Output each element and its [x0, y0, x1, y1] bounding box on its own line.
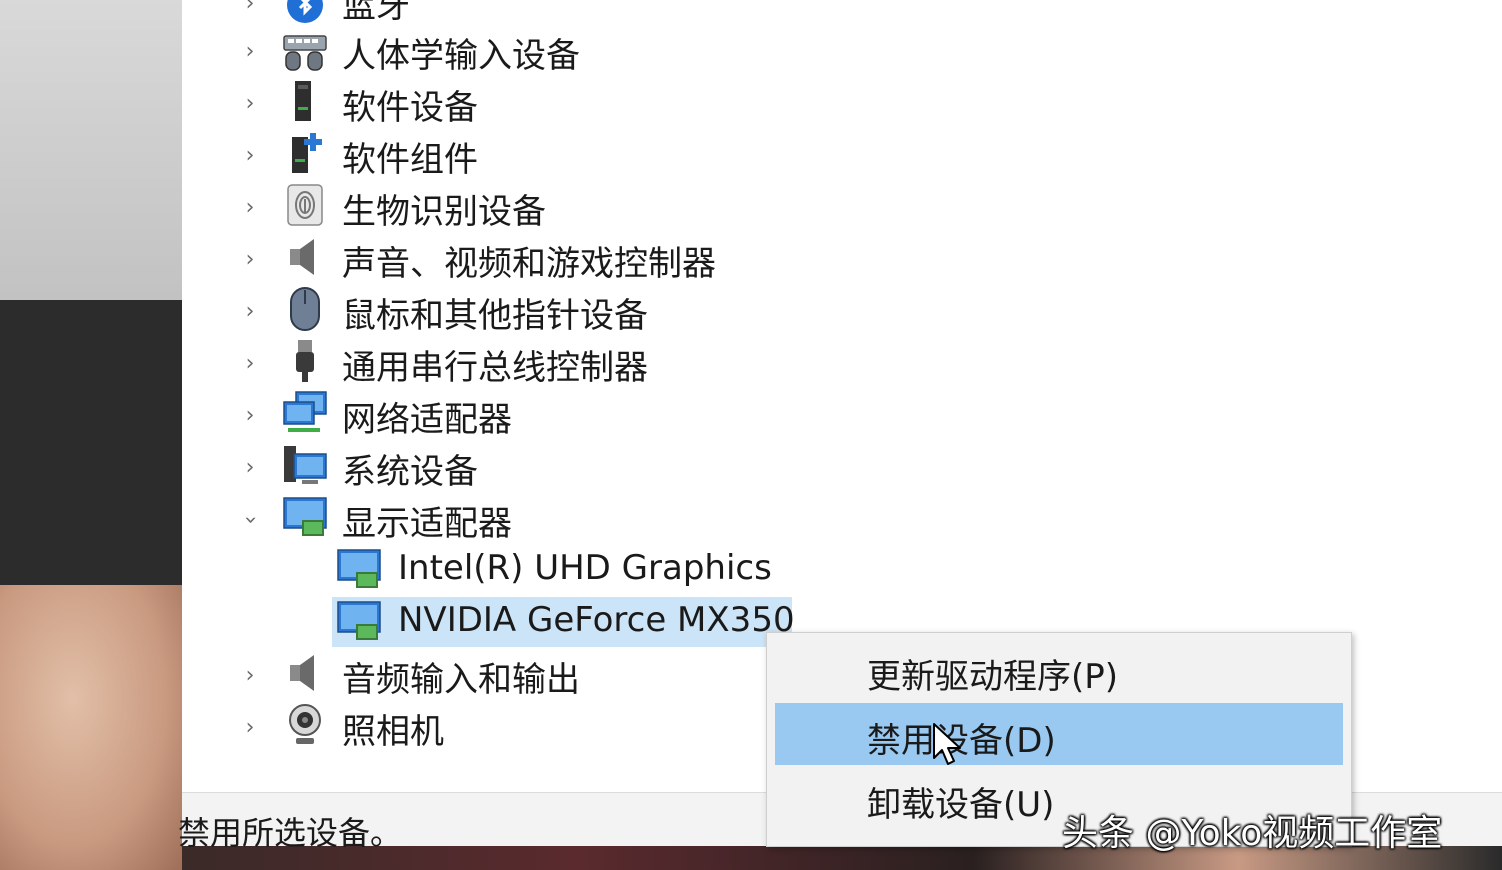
tree-item-label: 网络适配器: [342, 400, 512, 440]
chevron-down-icon[interactable]: ›: [238, 510, 263, 530]
background-desk-mat: [0, 300, 182, 590]
software-device-icon: [282, 80, 328, 122]
tree-item-label: 蓝牙: [342, 0, 410, 26]
menu-item-disable-device[interactable]: 禁用设备(D): [775, 703, 1343, 765]
tree-item-label: NVIDIA GeForce MX350: [398, 600, 795, 640]
mouse-icon: [282, 287, 328, 331]
chevron-right-icon[interactable]: ›: [240, 405, 260, 427]
background-hand: [0, 585, 182, 870]
tree-item-label: 生物识别设备: [342, 192, 546, 232]
status-text: 禁用所选设备。: [178, 814, 403, 852]
chevron-right-icon[interactable]: ›: [240, 457, 260, 479]
tree-item-label: Intel(R) UHD Graphics: [398, 548, 772, 588]
watermark: 头条 @Yoko视频工作室: [1062, 813, 1443, 854]
chevron-right-icon[interactable]: ›: [240, 93, 260, 115]
display-adapter-icon: [336, 548, 382, 590]
chevron-right-icon[interactable]: ›: [240, 665, 260, 687]
tree-item-label: 通用串行总线控制器: [342, 348, 648, 388]
background-desk: [0, 0, 182, 870]
bluetooth-icon: [282, 0, 328, 26]
tree-item-label: 显示适配器: [342, 504, 512, 544]
display-adapter-icon: [336, 600, 382, 642]
chevron-right-icon[interactable]: ›: [240, 145, 260, 167]
tree-item-label: 人体学输入设备: [342, 36, 580, 76]
chevron-right-icon[interactable]: ›: [240, 249, 260, 271]
usb-icon: [282, 340, 328, 382]
menu-item-update-driver[interactable]: 更新驱动程序(P): [775, 639, 1343, 701]
software-component-icon: [282, 132, 328, 174]
chevron-right-icon[interactable]: ›: [240, 0, 260, 15]
display-adapter-icon: [282, 496, 328, 538]
mouse-cursor-icon: [932, 722, 966, 768]
speaker-icon: [282, 236, 328, 278]
chevron-right-icon[interactable]: ›: [240, 353, 260, 375]
tree-item-label: 音频输入和输出: [342, 660, 580, 700]
tree-item-label: 系统设备: [342, 452, 478, 492]
hid-icon: [282, 30, 328, 72]
menu-item-label: 更新驱动程序(P): [867, 657, 1119, 697]
speaker-icon: [282, 652, 328, 694]
tree-item-label: 软件组件: [342, 140, 478, 180]
chevron-right-icon[interactable]: ›: [240, 717, 260, 739]
camera-icon: [282, 704, 328, 746]
tree-item-label: 声音、视频和游戏控制器: [342, 244, 716, 284]
tree-item-label: 鼠标和其他指针设备: [342, 296, 648, 336]
biometric-icon: [282, 184, 328, 226]
chevron-right-icon[interactable]: ›: [240, 197, 260, 219]
chevron-right-icon[interactable]: ›: [240, 41, 260, 63]
system-device-icon: [282, 444, 328, 486]
tree-item-label: 照相机: [342, 712, 444, 752]
chevron-right-icon[interactable]: ›: [240, 301, 260, 323]
tree-item-label: 软件设备: [342, 88, 478, 128]
menu-item-label: 卸载设备(U): [867, 785, 1055, 825]
network-adapter-icon: [282, 391, 328, 434]
background-laptop-edge: [0, 0, 182, 300]
